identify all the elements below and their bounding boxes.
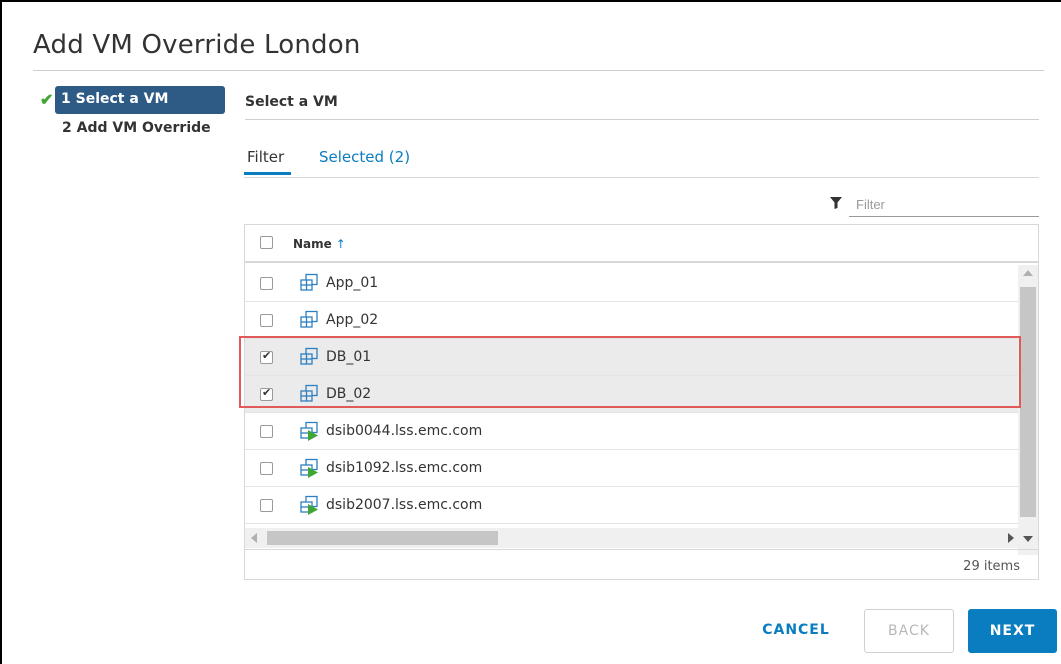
next-button[interactable]: NEXT (968, 609, 1057, 653)
table-row[interactable]: App_02 (245, 302, 1018, 339)
row-checkbox[interactable] (260, 314, 273, 327)
grid-footer: 29 items (245, 549, 1038, 580)
dialog-title: Add VM Override London (33, 30, 361, 60)
tab-selected[interactable]: Selected (2) (319, 148, 410, 166)
tabs-divider (244, 177, 1039, 178)
row-checkbox[interactable] (260, 462, 273, 475)
title-divider (33, 70, 1044, 71)
scroll-down-arrow-icon[interactable] (1023, 536, 1033, 542)
column-header-name[interactable]: Name ↑ (293, 237, 346, 251)
item-count: 29 items (963, 559, 1020, 574)
vm-name: dsib0044.lss.emc.com (326, 423, 483, 439)
vm-name: dsib1092.lss.emc.com (326, 460, 483, 476)
column-header-name-label: Name (293, 237, 332, 251)
row-checkbox[interactable] (260, 349, 273, 364)
grid-rows: App_01 App_02 ✔ DB_01 ✔ DB_02 dsib0044.l… (245, 265, 1018, 524)
table-row[interactable]: DB_02 (245, 376, 1018, 413)
vertical-scrollbar[interactable] (1018, 265, 1038, 555)
row-checkbox[interactable] (260, 499, 273, 512)
horizontal-scrollbar[interactable] (245, 528, 1018, 548)
add-vm-override-dialog: Add VM Override London ✔ 1 Select a VM 2… (0, 0, 1061, 664)
vm-icon (300, 384, 318, 402)
vm-name: dsib2007.lss.emc.com (326, 497, 483, 513)
grid-header: Name ↑ (245, 225, 1038, 263)
vm-powered-on-icon (300, 421, 318, 441)
panel-title: Select a VM (245, 94, 338, 110)
cancel-button[interactable]: CANCEL (744, 609, 848, 653)
panel-divider (245, 119, 1039, 120)
filter-input[interactable] (849, 193, 1039, 217)
tab-filter[interactable]: Filter (247, 148, 284, 166)
row-checkbox[interactable] (260, 386, 273, 401)
vm-name: DB_01 (326, 349, 372, 365)
scroll-left-arrow-icon[interactable] (251, 533, 257, 543)
step-complete-check-icon: ✔ (40, 92, 54, 109)
vm-icon (300, 273, 318, 291)
vm-name: App_02 (326, 312, 379, 328)
vm-name: DB_02 (326, 386, 372, 402)
vertical-scroll-thumb[interactable] (1020, 287, 1036, 517)
vm-datagrid: Name ↑ App_01 App_02 ✔ DB_01 ✔ DB_02 dsi… (244, 224, 1039, 580)
back-button[interactable]: BACK (864, 609, 954, 653)
table-row[interactable]: App_01 (245, 265, 1018, 302)
vm-powered-on-icon (300, 458, 318, 478)
vm-icon (300, 310, 318, 328)
row-checkbox[interactable] (260, 425, 273, 438)
table-row[interactable]: dsib2007.lss.emc.com (245, 487, 1018, 524)
sort-ascending-icon: ↑ (335, 237, 346, 251)
select-all-checkbox[interactable] (260, 236, 273, 249)
wizard-step-add-vm-override[interactable]: 2 Add VM Override (62, 120, 211, 136)
vm-name: App_01 (326, 275, 379, 291)
vm-powered-on-icon (300, 495, 318, 515)
horizontal-scroll-thumb[interactable] (267, 531, 498, 545)
table-row[interactable]: dsib0044.lss.emc.com (245, 413, 1018, 450)
filter-funnel-icon (830, 197, 842, 209)
active-tab-underline (244, 172, 291, 175)
wizard-step-select-vm[interactable]: 1 Select a VM (55, 86, 225, 114)
table-row[interactable]: DB_01 (245, 339, 1018, 376)
scroll-right-arrow-icon[interactable] (1008, 533, 1014, 543)
row-checkbox[interactable] (260, 277, 273, 290)
vm-icon (300, 347, 318, 365)
scroll-up-arrow-icon[interactable] (1023, 270, 1033, 276)
table-row[interactable]: dsib1092.lss.emc.com (245, 450, 1018, 487)
